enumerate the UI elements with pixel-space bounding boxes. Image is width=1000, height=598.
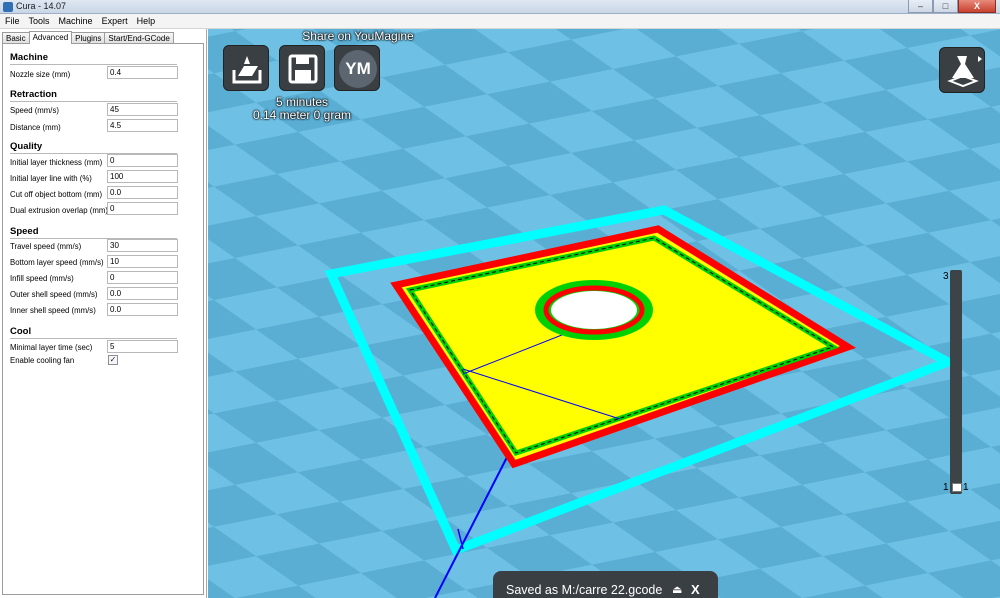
advanced-settings: Machine Nozzle size (mm) 0.4 Retraction …	[2, 43, 204, 595]
initial-layer-width-input[interactable]: 100	[107, 170, 178, 183]
cura-app-icon	[3, 2, 13, 12]
section-cool-title: Cool	[10, 326, 32, 337]
infill-speed-label: Infill speed (mm/s)	[10, 274, 74, 283]
view-mode-icon	[947, 56, 982, 88]
initial-layer-width-label: Initial layer line with (%)	[10, 174, 92, 183]
nozzle-size-input[interactable]: 0.4	[107, 66, 178, 79]
minimize-button[interactable]: –	[908, 0, 933, 13]
save-gcode-icon	[288, 54, 318, 84]
section-speed-title: Speed	[10, 226, 39, 237]
settings-panel: Basic Advanced Plugins Start/End-GCode M…	[0, 29, 207, 598]
3d-viewport[interactable]: YM Share on YouMagine 5 minutes 0.14 met…	[208, 29, 1000, 598]
initial-layer-thickness-label: Initial layer thickness (mm)	[10, 158, 103, 167]
retraction-distance-label: Distance (mm)	[10, 123, 61, 132]
section-quality-title: Quality	[10, 141, 43, 152]
infill-speed-input[interactable]: 0	[107, 271, 178, 284]
youmagine-label: YM	[345, 59, 371, 78]
dual-extrusion-overlap-label: Dual extrusion overlap (mm)	[10, 206, 108, 215]
menu-expert[interactable]: Expert	[101, 14, 133, 28]
menu-file[interactable]: File	[4, 14, 25, 28]
retraction-distance-input[interactable]: 4.5	[107, 119, 178, 132]
layer-slider[interactable]	[950, 270, 962, 494]
window-title: Cura - 14.07	[16, 1, 67, 11]
cut-off-bottom-label: Cut off object bottom (mm)	[10, 190, 103, 199]
title-bar: Cura - 14.07 – □ X	[0, 0, 1000, 14]
section-machine-title: Machine	[10, 52, 49, 63]
hole-opening	[551, 291, 637, 329]
bottom-layer-speed-label: Bottom layer speed (mm/s)	[10, 258, 104, 267]
layer-max-number: 3	[943, 271, 949, 282]
minimal-layer-time-input[interactable]: 5	[107, 340, 178, 353]
view-mode-button[interactable]	[939, 47, 985, 93]
menu-machine[interactable]: Machine	[58, 14, 98, 28]
retraction-speed-label: Speed (mm/s)	[10, 106, 59, 115]
layer-min-number: 1	[963, 482, 969, 493]
outer-shell-speed-label: Outer shell speed (mm/s)	[10, 290, 98, 299]
minimal-layer-time-label: Minimal layer time (sec)	[10, 343, 93, 352]
section-divider	[10, 101, 177, 102]
inner-shell-speed-input[interactable]: 0.0	[107, 303, 178, 316]
layer-current-number: 1	[943, 482, 949, 493]
share-on-youmagine-text: Share on YouMagine	[302, 29, 414, 43]
maximize-button[interactable]: □	[933, 0, 958, 13]
nozzle-size-label: Nozzle size (mm)	[10, 70, 71, 79]
travel-speed-input[interactable]: 30	[107, 239, 178, 252]
section-retraction-title: Retraction	[10, 89, 57, 100]
section-divider	[10, 338, 177, 339]
close-notification-icon[interactable]: X	[691, 571, 700, 598]
initial-layer-thickness-input[interactable]: 0	[107, 154, 178, 167]
eject-icon[interactable]: ⏏	[672, 571, 682, 598]
retraction-speed-input[interactable]: 45	[107, 103, 178, 116]
bottom-layer-speed-input[interactable]: 10	[107, 255, 178, 268]
menu-bar: File Tools Machine Expert Help	[0, 14, 1000, 29]
load-model-button[interactable]	[223, 45, 269, 91]
cooling-fan-checkbox[interactable]: ✓	[108, 355, 118, 365]
travel-speed-label: Travel speed (mm/s)	[10, 242, 82, 251]
print-time: 5 minutes	[275, 95, 329, 109]
print-material: 0.14 meter 0 gram	[252, 108, 352, 122]
inner-shell-speed-label: Inner shell speed (mm/s)	[10, 306, 96, 315]
window-controls: – □ X	[908, 0, 996, 13]
save-notification: Saved as M:/carre 22.gcode ⏏ X	[493, 571, 718, 598]
outer-shell-speed-input[interactable]: 0.0	[107, 287, 178, 300]
dual-extrusion-overlap-input[interactable]: 0	[107, 202, 178, 215]
menu-tools[interactable]: Tools	[28, 14, 55, 28]
section-divider	[10, 64, 177, 65]
cooling-fan-label: Enable cooling fan	[10, 356, 75, 365]
close-button[interactable]: X	[958, 0, 996, 13]
cut-off-bottom-input[interactable]: 0.0	[107, 186, 178, 199]
share-youmagine-button[interactable]: YM	[334, 45, 380, 91]
layer-slider-handle[interactable]	[952, 483, 962, 492]
menu-help[interactable]: Help	[136, 14, 161, 28]
tab-advanced[interactable]: Advanced	[28, 31, 73, 44]
save-notification-text: Saved as M:/carre 22.gcode	[506, 583, 663, 597]
load-model-icon	[232, 56, 262, 84]
save-gcode-button[interactable]	[279, 45, 325, 91]
